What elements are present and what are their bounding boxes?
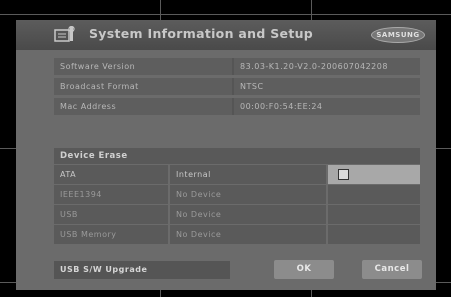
ok-button[interactable]: OK <box>274 260 334 279</box>
info-value: NTSC <box>234 78 420 95</box>
device-erase-header: Device Erase <box>54 148 420 164</box>
device-status: No Device <box>170 185 326 204</box>
device-row-usb[interactable]: USB No Device <box>54 205 420 224</box>
device-status: Internal <box>170 165 326 184</box>
device-name: IEEE1394 <box>54 185 168 204</box>
erase-checkbox-cell[interactable] <box>328 205 420 224</box>
device-erase-heading: Device Erase <box>60 151 128 161</box>
device-name: USB <box>54 205 168 224</box>
samsung-logo: SAMSUNG <box>371 27 425 43</box>
erase-checkbox-cell[interactable] <box>328 185 420 204</box>
info-label: Mac Address <box>54 98 232 115</box>
device-row-usb-memory[interactable]: USB Memory No Device <box>54 225 420 244</box>
erase-checkbox-cell[interactable] <box>328 225 420 244</box>
usb-upgrade-button[interactable]: USB S/W Upgrade <box>54 261 230 279</box>
info-value: 83.03-K1.20-V2.0-200607042208 <box>234 58 420 75</box>
panel-header: System Information and Setup SAMSUNG <box>16 20 436 50</box>
erase-checkbox[interactable] <box>338 169 349 180</box>
erase-checkbox-cell[interactable] <box>328 165 420 184</box>
settings-panel-icon <box>54 25 76 44</box>
device-row-ieee1394[interactable]: IEEE1394 No Device <box>54 185 420 204</box>
info-row-broadcast-format: Broadcast Format NTSC <box>54 78 420 95</box>
device-row-ata[interactable]: ATA Internal <box>54 165 420 184</box>
info-row-software-version: Software Version 83.03-K1.20-V2.0-200607… <box>54 58 420 75</box>
cancel-button[interactable]: Cancel <box>362 260 422 279</box>
grid-line <box>0 14 451 15</box>
info-row-mac-address: Mac Address 00:00:F0:54:EE:24 <box>54 98 420 115</box>
page-title: System Information and Setup <box>89 26 314 41</box>
device-name: USB Memory <box>54 225 168 244</box>
device-status: No Device <box>170 205 326 224</box>
device-name: ATA <box>54 165 168 184</box>
info-value: 00:00:F0:54:EE:24 <box>234 98 420 115</box>
info-label: Software Version <box>54 58 232 75</box>
info-label: Broadcast Format <box>54 78 232 95</box>
system-setup-panel: System Information and Setup SAMSUNG Sof… <box>16 20 436 290</box>
device-status: No Device <box>170 225 326 244</box>
